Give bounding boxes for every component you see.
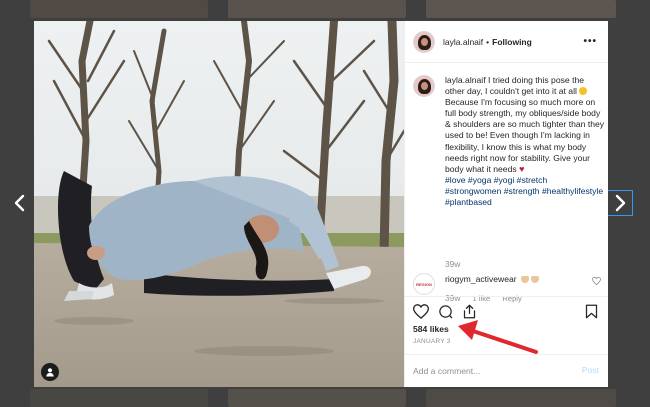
- caption-hashtags[interactable]: #love #yoga #yogi #stretch #strongwomen …: [445, 175, 603, 207]
- sad-face-emoji-icon: [579, 87, 588, 96]
- post-photo[interactable]: [34, 21, 404, 387]
- separator-dot: •: [486, 36, 490, 47]
- post-date[interactable]: JANUARY 3: [413, 338, 451, 345]
- add-comment-input[interactable]: [413, 364, 563, 378]
- commenter-username[interactable]: riogym_activewear: [445, 274, 517, 284]
- share-icon[interactable]: [462, 304, 477, 319]
- caption-author-avatar[interactable]: [413, 75, 435, 97]
- heart-icon[interactable]: [413, 304, 429, 319]
- comment-bubble-icon[interactable]: [438, 304, 453, 319]
- comment-composer: Post: [405, 354, 608, 387]
- heart-emoji-icon: ♥: [519, 163, 525, 174]
- post-sidebar: layla.alnaif • Following ••• layla.alnai…: [404, 21, 608, 387]
- post-modal: layla.alnaif • Following ••• layla.alnai…: [34, 21, 608, 387]
- comment-row: riogym_activewear: [445, 274, 540, 284]
- author-username[interactable]: layla.alnaif: [443, 37, 483, 47]
- clap-emoji-icon: [531, 276, 540, 283]
- commenter-avatar[interactable]: REGION: [413, 273, 435, 295]
- clap-emoji-icon: [521, 276, 530, 283]
- chevron-left-icon: [14, 194, 25, 212]
- comments-section: layla.alnaif I tried doing this pose the…: [405, 63, 608, 313]
- caption-timestamp[interactable]: 39w: [445, 259, 460, 269]
- caption-body: Because I'm focusing so much more on ful…: [445, 97, 605, 174]
- person-icon: [46, 368, 54, 377]
- previous-post-button[interactable]: [7, 190, 33, 216]
- action-bar: [405, 296, 608, 324]
- post-caption: layla.alnaif I tried doing this pose the…: [445, 75, 605, 208]
- comment-like-heart-icon[interactable]: [592, 277, 601, 285]
- chevron-right-icon: [615, 194, 626, 212]
- next-post-button[interactable]: [607, 190, 633, 216]
- following-button[interactable]: Following: [492, 37, 532, 47]
- bookmark-icon[interactable]: [585, 304, 598, 319]
- yoga-pose-photo: [34, 21, 404, 387]
- user-tag-icon[interactable]: [41, 363, 59, 381]
- commenter-avatar-text: REGION: [416, 281, 432, 287]
- post-comment-button[interactable]: Post: [582, 365, 599, 375]
- likes-count[interactable]: 584 likes: [413, 324, 449, 334]
- post-header: layla.alnaif • Following •••: [405, 21, 608, 63]
- caption-username[interactable]: layla.alnaif: [445, 75, 486, 85]
- author-avatar[interactable]: [413, 30, 435, 53]
- more-options-icon[interactable]: •••: [583, 37, 597, 47]
